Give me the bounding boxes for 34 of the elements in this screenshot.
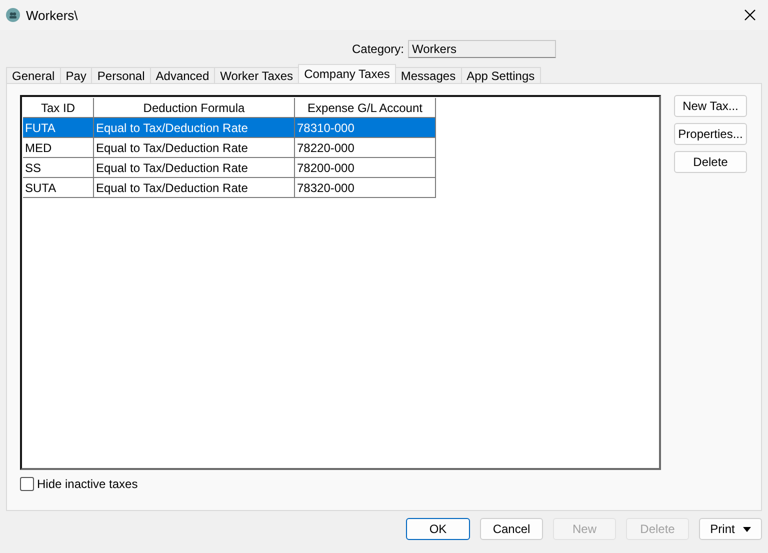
tab[interactable]: General xyxy=(6,67,61,83)
window-title: Workers\ xyxy=(26,8,79,22)
table-cell[interactable]: FUTA xyxy=(23,118,94,138)
dialog-button[interactable]: OK xyxy=(406,518,470,540)
side-button[interactable]: Properties... xyxy=(674,123,747,145)
tab[interactable]: Messages xyxy=(394,67,462,83)
dialog-button[interactable]: Cancel xyxy=(480,518,543,540)
checkbox[interactable] xyxy=(20,477,34,491)
category-label: Category: xyxy=(352,42,404,56)
table-cell[interactable]: Equal to Tax/Deduction Rate xyxy=(94,178,294,198)
close-icon[interactable] xyxy=(744,9,756,21)
tab[interactable]: App Settings xyxy=(460,67,541,83)
table-cell[interactable]: 78200-000 xyxy=(294,158,436,178)
table-cell[interactable]: SS xyxy=(23,158,94,178)
table-cell[interactable]: 78310-000 xyxy=(294,118,436,138)
tab[interactable]: Personal xyxy=(91,67,151,83)
table-cell[interactable]: MED xyxy=(23,138,94,158)
table-cell[interactable]: 78220-000 xyxy=(294,138,436,158)
side-button[interactable]: New Tax... xyxy=(674,95,747,117)
tab[interactable]: Company Taxes xyxy=(298,64,396,83)
category-field[interactable]: Workers xyxy=(408,40,556,58)
dialog-button[interactable]: Print xyxy=(699,518,762,540)
tab[interactable]: Worker Taxes xyxy=(214,67,300,83)
table-cell[interactable]: Equal to Tax/Deduction Rate xyxy=(94,118,294,138)
people-icon xyxy=(6,8,20,22)
checkbox-label[interactable]: Hide inactive taxes xyxy=(37,477,138,491)
tab[interactable]: Pay xyxy=(60,67,92,83)
caret-icon xyxy=(742,526,751,532)
table-cell[interactable]: Equal to Tax/Deduction Rate xyxy=(94,138,294,158)
table-cell[interactable]: 78320-000 xyxy=(294,178,436,198)
tab[interactable]: Advanced xyxy=(150,67,216,83)
table-cell[interactable]: Equal to Tax/Deduction Rate xyxy=(94,158,294,178)
side-button[interactable]: Delete xyxy=(674,151,747,173)
table-cell[interactable]: SUTA xyxy=(23,178,94,198)
